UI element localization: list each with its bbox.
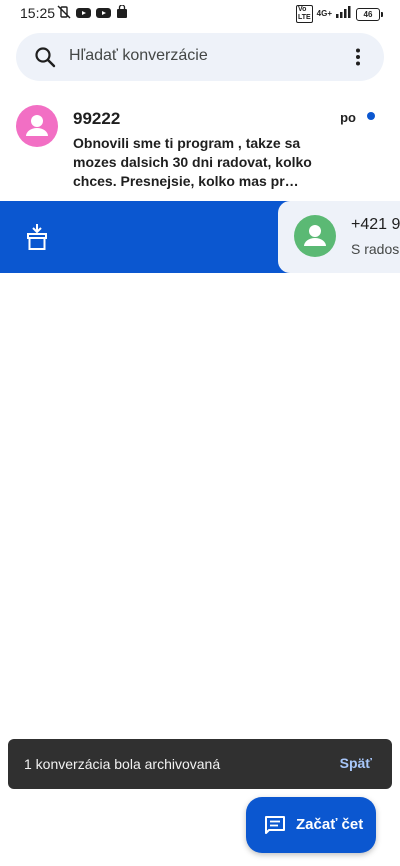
swipe-archive-background[interactable]: +421 94 S rados <box>0 201 400 273</box>
status-time: 15:25 <box>20 5 56 21</box>
bag-icon <box>116 4 128 24</box>
start-chat-label: Začať čet <box>296 816 364 833</box>
volte-icon: Vo LTE <box>295 5 313 23</box>
undo-button[interactable]: Späť <box>340 755 372 771</box>
avatar <box>294 215 336 257</box>
conversation-title: +421 94 <box>351 216 400 233</box>
search-input[interactable]: Hľadať konverzácie <box>69 47 208 65</box>
snackbar-message: 1 konverzácia bola archivovaná <box>24 756 221 772</box>
network-type: 4G+ <box>316 9 332 18</box>
conversation-time: po <box>340 110 356 125</box>
youtube-icon <box>96 6 111 24</box>
search-bar[interactable]: Hľadať konverzácie <box>16 33 384 81</box>
chat-icon <box>264 815 286 840</box>
status-bar: 15:25 Vo LTE 4G+ 46 <box>0 0 400 26</box>
signal-icon <box>336 5 352 23</box>
conversation-snippet: Obnovili sme ti program , takze sa mozes… <box>73 135 312 189</box>
vibrate-off-icon <box>57 5 71 24</box>
avatar <box>16 105 58 147</box>
archive-icon <box>26 223 48 256</box>
start-chat-button[interactable]: Začať čet <box>246 797 376 853</box>
conversation-item[interactable]: +421 94 S rados <box>278 201 400 273</box>
snackbar: 1 konverzácia bola archivovaná Späť <box>8 739 392 789</box>
battery-icon: 46 <box>356 7 383 21</box>
unread-indicator <box>367 112 375 120</box>
search-icon[interactable] <box>34 46 56 73</box>
conversation-title: 99222 <box>73 109 121 128</box>
youtube-icon <box>76 6 91 24</box>
conversation-snippet: S rados <box>351 241 400 257</box>
conversation-item[interactable]: 99222 Obnovili sme ti program , takze sa… <box>0 100 400 200</box>
more-options-icon[interactable] <box>348 47 368 67</box>
